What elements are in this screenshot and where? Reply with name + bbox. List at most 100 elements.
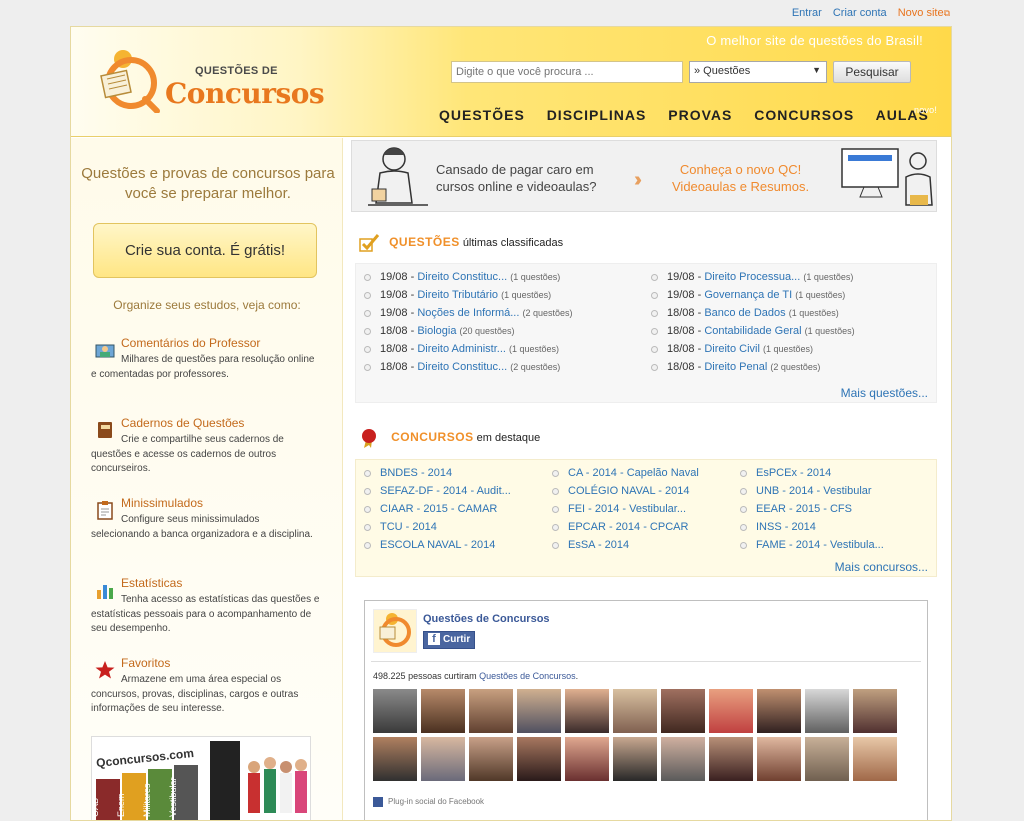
list-item: 19/08 - Direito Constituc... (1 questões…	[364, 271, 573, 289]
feature-title[interactable]: Favoritos	[121, 656, 170, 670]
ribbon-badge-icon	[362, 429, 376, 448]
facebook-page-name[interactable]: Questões de Concursos	[423, 613, 550, 625]
main-nav: QUESTÕES DISCIPLINAS PROVAS CONCURSOS AU…	[439, 105, 946, 123]
avatar[interactable]	[805, 737, 849, 781]
promo-hero-banner[interactable]: Cansado de pagar caro em cursos online e…	[351, 140, 937, 212]
concursos-column-1: BNDES - 2014 SEFAZ-DF - 2014 - Audit... …	[364, 467, 511, 557]
avatar[interactable]	[517, 689, 561, 733]
avatar[interactable]	[757, 737, 801, 781]
avatar[interactable]	[421, 689, 465, 733]
external-link-icon: ⧉	[943, 8, 950, 18]
feature-description: Tenha acesso as estatísticas das questõe…	[91, 594, 320, 634]
feature-description: Milhares de questões para resolução onli…	[91, 354, 315, 380]
feature-description: Configure seus minissimulados selecionan…	[91, 514, 313, 540]
top-links: Entrar Criar conta Novo site⧉	[784, 7, 950, 19]
concursos-column-2: CA - 2014 - Capelão Naval COLÉGIO NAVAL …	[552, 467, 699, 557]
avatar[interactable]	[709, 737, 753, 781]
avatar[interactable]	[469, 737, 513, 781]
sidebar-headline: Questões e provas de concursos para você…	[81, 165, 335, 202]
avatar[interactable]	[613, 689, 657, 733]
facebook-like-button[interactable]: f Curtir	[423, 631, 475, 649]
new-site-link[interactable]: Novo site⧉	[898, 7, 950, 19]
list-item: 19/08 - Direito Tributário (1 questões)	[364, 289, 573, 307]
facebook-icon	[373, 797, 383, 807]
avatar[interactable]	[661, 737, 705, 781]
list-item: 18/08 - Banco de Dados (1 questões)	[651, 307, 855, 325]
login-link[interactable]: Entrar	[792, 7, 822, 19]
list-item: COLÉGIO NAVAL - 2014	[552, 485, 699, 503]
concursos-column-3: EsPCEx - 2014 UNB - 2014 - Vestibular EE…	[740, 467, 884, 557]
list-item: BNDES - 2014	[364, 467, 511, 485]
avatar[interactable]	[613, 737, 657, 781]
list-item: 18/08 - Direito Penal (2 questões)	[651, 361, 855, 379]
search-scope-select[interactable]: » Questões ▼	[689, 61, 827, 83]
logo-pretitle: QUESTÕES DE	[195, 65, 278, 77]
nav-concursos[interactable]: CONCURSOS	[754, 107, 854, 123]
more-concursos-link[interactable]: Mais concursos...	[835, 560, 928, 574]
facebook-like-box: Questões de Concursos f Curtir 498.225 pe…	[364, 600, 928, 820]
facebook-plugin-footer[interactable]: Plug-in social do Facebook	[373, 797, 484, 807]
search-input[interactable]	[451, 61, 683, 83]
nav-disciplinas[interactable]: DISCIPLINAS	[547, 107, 647, 123]
list-item: EEAR - 2015 - CFS	[740, 503, 884, 521]
search-scope-value: » Questões	[694, 65, 751, 77]
avatar[interactable]	[517, 737, 561, 781]
logo-mascot-icon	[100, 50, 160, 113]
promo-banner[interactable]: Qconcursos.com OAB Enem Militares Vestib…	[91, 736, 311, 820]
tagline: O melhor site de questões do Brasil!	[706, 33, 923, 48]
banner-right-text: Conheça o novo QC! Videoaulas e Resumos.	[672, 162, 810, 194]
avatar[interactable]	[373, 689, 417, 733]
logo-mascot-icon	[379, 613, 411, 647]
nav-questoes[interactable]: QUESTÕES	[439, 107, 525, 123]
questoes-left-column: 19/08 - Direito Constituc... (1 questões…	[364, 271, 573, 379]
search-button[interactable]: Pesquisar	[833, 61, 911, 83]
list-item: 18/08 - Contabilidade Geral (1 questões)	[651, 325, 855, 343]
facebook-page-avatar[interactable]	[373, 609, 417, 653]
avatar[interactable]	[565, 737, 609, 781]
feature-title[interactable]: Minissimulados	[121, 496, 203, 510]
avatar[interactable]	[853, 689, 897, 733]
questoes-right-column: 19/08 - Direito Processua... (1 questões…	[651, 271, 855, 379]
feature-title[interactable]: Cadernos de Questões	[121, 416, 244, 430]
list-item: 18/08 - Direito Civil (1 questões)	[651, 343, 855, 361]
list-item: FAME - 2014 - Vestibula...	[740, 539, 884, 557]
avatar[interactable]	[805, 689, 849, 733]
organize-heading: Organize seus estudos, veja como:	[113, 298, 301, 312]
list-item: UNB - 2014 - Vestibular	[740, 485, 884, 503]
list-item: EPCAR - 2014 - CPCAR	[552, 521, 699, 539]
avatar[interactable]	[565, 689, 609, 733]
avatar[interactable]	[757, 689, 801, 733]
feature-title[interactable]: Estatísticas	[121, 576, 182, 590]
nav-provas[interactable]: PROVAS	[668, 107, 732, 123]
promo-book-vestibular: Vestibular	[168, 765, 198, 820]
avatar[interactable]	[853, 737, 897, 781]
concursos-list: BNDES - 2014 SEFAZ-DF - 2014 - Audit... …	[355, 459, 937, 577]
list-item: CIAAR - 2015 - CAMAR	[364, 503, 511, 521]
feature-description: Armazene em uma área especial os concurs…	[91, 674, 299, 714]
double-chevron-icon: ›››	[634, 169, 642, 191]
questoes-section-title: QUESTÕES últimas classificadas	[358, 233, 563, 253]
page-container: QUESTÕES DE Concursos O melhor site de q…	[70, 26, 952, 821]
site-logo[interactable]: QUESTÕES DE Concursos	[95, 47, 325, 115]
signup-link[interactable]: Criar conta	[833, 7, 887, 19]
banner-left-text: Cansado de pagar caro em cursos online e…	[436, 162, 597, 194]
avatar[interactable]	[661, 689, 705, 733]
list-item: EsPCEx - 2014	[740, 467, 884, 485]
list-item: 19/08 - Noções de Informá... (2 questões…	[364, 307, 573, 325]
promo-people-image	[248, 757, 307, 813]
student-drawing-icon	[368, 147, 428, 206]
feature-title[interactable]: Comentários do Professor	[121, 336, 260, 350]
avatar[interactable]	[421, 737, 465, 781]
more-questoes-link[interactable]: Mais questões...	[841, 386, 928, 400]
site-header: QUESTÕES DE Concursos O melhor site de q…	[71, 27, 951, 137]
avatar[interactable]	[709, 689, 753, 733]
list-item: EsSA - 2014	[552, 539, 699, 557]
divider	[371, 661, 921, 662]
create-account-button[interactable]: Crie sua conta. É grátis!	[93, 223, 317, 278]
list-item: TCU - 2014	[364, 521, 511, 539]
avatar[interactable]	[373, 737, 417, 781]
avatar[interactable]	[469, 689, 513, 733]
promo-book-cover	[210, 741, 240, 820]
nav-new-badge: novo!	[914, 105, 938, 115]
list-item: CA - 2014 - Capelão Naval	[552, 467, 699, 485]
